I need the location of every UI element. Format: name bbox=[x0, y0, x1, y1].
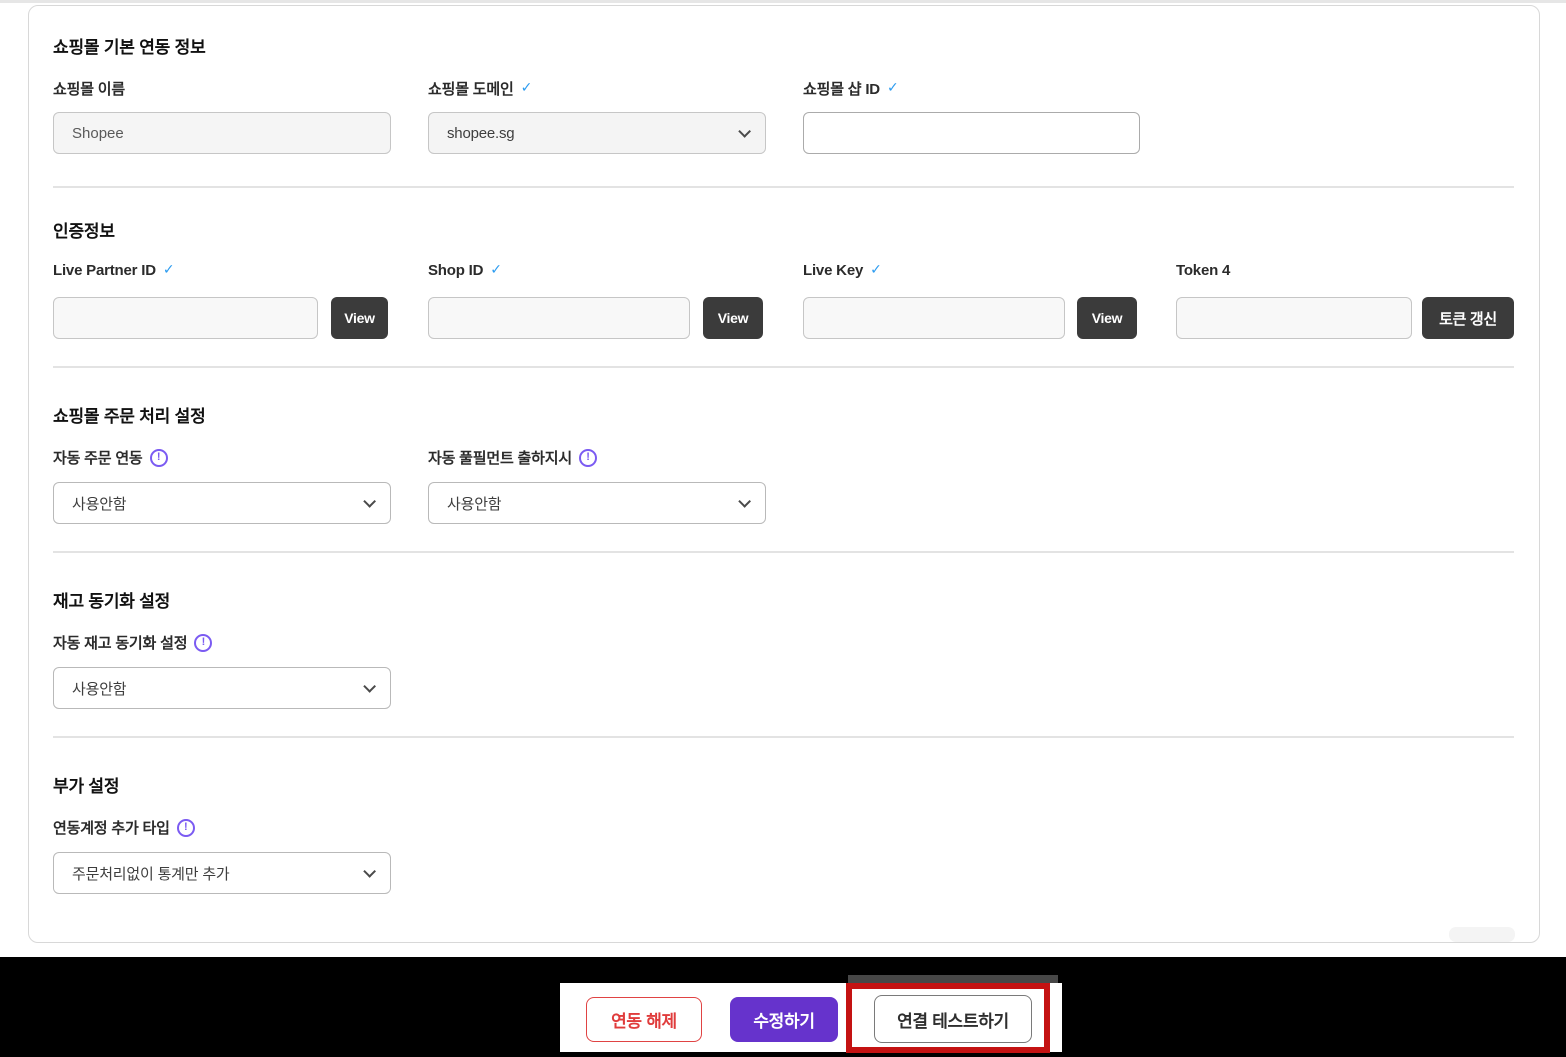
account-type-label: 연동계정 추가 타입 ! bbox=[53, 817, 195, 838]
screen-top-edge bbox=[0, 0, 1566, 3]
chevron-down-icon bbox=[363, 494, 376, 508]
section-title-inventory: 재고 동기화 설정 bbox=[53, 592, 171, 611]
auto-order-select[interactable]: 사용안함 bbox=[53, 482, 391, 524]
chevron-down-icon bbox=[363, 864, 376, 878]
shop-id-input[interactable] bbox=[803, 112, 1140, 154]
chevron-down-icon bbox=[738, 124, 751, 138]
required-check-icon: ✓ bbox=[870, 261, 882, 277]
token-label: Token 4 bbox=[1176, 262, 1231, 279]
info-icon[interactable]: ! bbox=[176, 818, 195, 837]
required-check-icon: ✓ bbox=[886, 79, 899, 95]
auto-inventory-sync-select[interactable]: 사용안함 bbox=[53, 667, 391, 709]
live-key-label: Live Key ✓ bbox=[803, 261, 882, 279]
section-divider bbox=[53, 186, 1514, 188]
auto-order-label: 자동 주문 연동 ! bbox=[53, 447, 168, 468]
shop-domain-label: 쇼핑몰 도메인 ✓ bbox=[428, 79, 533, 98]
section-divider bbox=[53, 736, 1514, 738]
section-divider bbox=[53, 366, 1514, 368]
shop-domain-select[interactable]: shopee.sg bbox=[428, 112, 766, 154]
required-check-icon: ✓ bbox=[520, 79, 533, 95]
live-partner-id-label: Live Partner ID ✓ bbox=[53, 261, 175, 279]
live-partner-id-input[interactable] bbox=[53, 297, 318, 339]
section-title-extra: 부가 설정 bbox=[53, 777, 120, 796]
account-type-select[interactable]: 주문처리없이 통계만 추가 bbox=[53, 852, 391, 894]
section-divider bbox=[53, 551, 1514, 553]
token-refresh-button[interactable]: 토큰 갱신 bbox=[1422, 297, 1514, 339]
auto-fulfillment-label: 자동 풀필먼트 출하지시 ! bbox=[428, 447, 597, 468]
shop-id-label: 쇼핑몰 샵 ID ✓ bbox=[803, 79, 899, 98]
shop-integration-settings-panel: 쇼핑몰 기본 연동 정보 쇼핑몰 이름 쇼핑몰 도메인 ✓ 쇼핑몰 샵 ID ✓… bbox=[28, 5, 1540, 943]
auto-inventory-sync-label: 자동 재고 동기화 설정 ! bbox=[53, 632, 213, 653]
required-check-icon: ✓ bbox=[490, 261, 502, 277]
shop-name-label: 쇼핑몰 이름 bbox=[53, 81, 125, 98]
chevron-down-icon bbox=[363, 679, 376, 693]
section-title-basic-info: 쇼핑몰 기본 연동 정보 bbox=[53, 38, 206, 57]
action-bar: 연동 해제 수정하기 연결 테스트하기 bbox=[0, 957, 1566, 1057]
disconnect-button[interactable]: 연동 해제 bbox=[586, 997, 702, 1042]
shop-name-input bbox=[53, 112, 391, 154]
auth-shop-id-label: Shop ID ✓ bbox=[428, 261, 502, 279]
info-icon[interactable]: ! bbox=[149, 448, 168, 467]
live-key-input[interactable] bbox=[803, 297, 1065, 339]
auth-shop-id-input[interactable] bbox=[428, 297, 690, 339]
view-live-key-button[interactable]: View bbox=[1077, 297, 1137, 339]
connection-test-button[interactable]: 연결 테스트하기 bbox=[874, 995, 1032, 1043]
auto-fulfillment-select[interactable]: 사용안함 bbox=[428, 482, 766, 524]
required-check-icon: ✓ bbox=[162, 261, 175, 277]
section-title-auth: 인증정보 bbox=[53, 222, 115, 241]
watermark bbox=[1449, 927, 1515, 942]
view-shop-id-button[interactable]: View bbox=[703, 297, 763, 339]
info-icon[interactable]: ! bbox=[578, 448, 597, 467]
section-title-order: 쇼핑몰 주문 처리 설정 bbox=[53, 407, 206, 426]
token-input[interactable] bbox=[1176, 297, 1412, 339]
chevron-down-icon bbox=[738, 494, 751, 508]
save-button[interactable]: 수정하기 bbox=[730, 997, 838, 1042]
info-icon[interactable]: ! bbox=[194, 633, 213, 652]
view-live-partner-id-button[interactable]: View bbox=[331, 297, 388, 339]
